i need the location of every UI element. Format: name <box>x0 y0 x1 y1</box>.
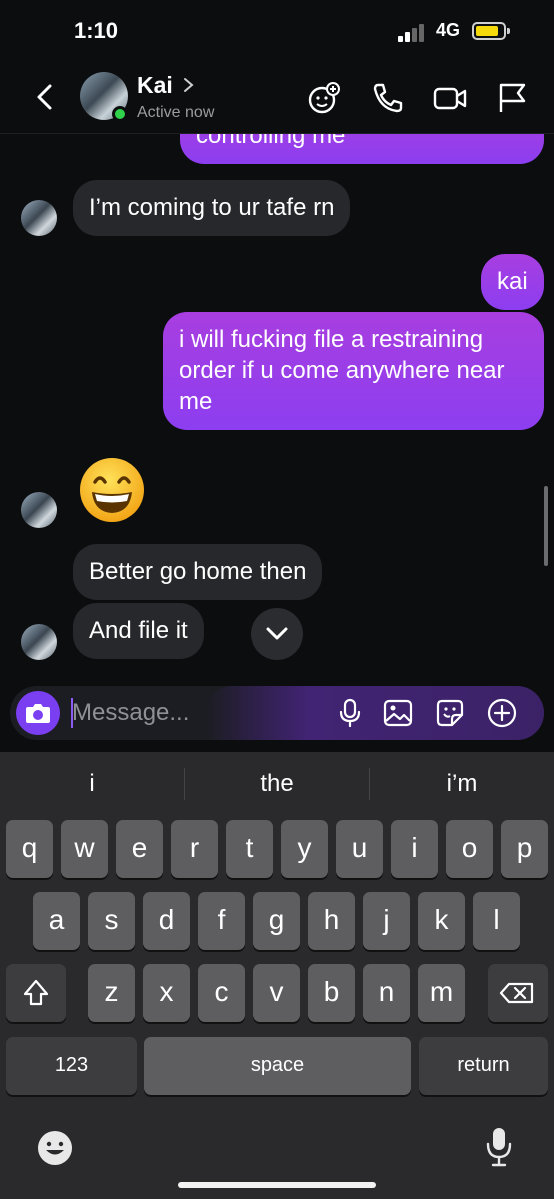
sender-avatar[interactable] <box>21 624 57 660</box>
shift-icon <box>23 979 49 1006</box>
key-r[interactable]: r <box>171 820 218 878</box>
message-list[interactable]: controlling me I’m coming to ur tafe rn … <box>0 134 554 684</box>
key-a[interactable]: a <box>33 892 80 950</box>
key-h[interactable]: h <box>308 892 355 950</box>
key-d[interactable]: d <box>143 892 190 950</box>
message-outgoing[interactable]: kai <box>481 254 544 310</box>
flag-icon[interactable] <box>494 80 530 116</box>
key-c[interactable]: c <box>198 964 245 1022</box>
plus-icon[interactable] <box>486 697 518 729</box>
message-composer <box>10 686 544 740</box>
delete-icon <box>499 982 534 1004</box>
emoji-icon[interactable] <box>78 456 146 524</box>
status-bar: 1:10 4G <box>0 0 554 62</box>
online-indicator <box>112 106 128 122</box>
scrollbar[interactable] <box>544 486 548 566</box>
network-type: 4G <box>436 20 461 40</box>
key-o[interactable]: o <box>446 820 493 878</box>
home-indicator[interactable] <box>178 1182 376 1188</box>
return-key[interactable]: return <box>419 1037 548 1095</box>
message-incoming[interactable]: And file it <box>73 603 204 659</box>
suggestion-3[interactable]: i’m <box>370 752 554 816</box>
back-icon[interactable] <box>30 80 64 114</box>
sender-avatar[interactable] <box>21 200 57 236</box>
shift-key[interactable] <box>6 964 66 1022</box>
key-m[interactable]: m <box>418 964 465 1022</box>
key-u[interactable]: u <box>336 820 383 878</box>
key-x[interactable]: x <box>143 964 190 1022</box>
key-w[interactable]: w <box>61 820 108 878</box>
key-l[interactable]: l <box>473 892 520 950</box>
chat-header: Kai Active now <box>0 62 554 134</box>
chevron-down-icon <box>266 627 288 640</box>
key-b[interactable]: b <box>308 964 355 1022</box>
keyboard-emoji-icon[interactable] <box>36 1129 74 1167</box>
contact-status: Active now <box>137 104 215 121</box>
delete-key[interactable] <box>488 964 548 1022</box>
key-k[interactable]: k <box>418 892 465 950</box>
effects-icon[interactable] <box>306 80 342 116</box>
key-g[interactable]: g <box>253 892 300 950</box>
sticker-icon[interactable] <box>434 697 466 729</box>
keyboard: i the i’m q w e r t y u i o p a s d f g … <box>0 752 554 1199</box>
key-e[interactable]: e <box>116 820 163 878</box>
message-outgoing[interactable]: i will fucking file a restraining order … <box>163 312 544 430</box>
phone-icon[interactable] <box>370 80 406 116</box>
message-input[interactable] <box>72 696 322 730</box>
key-f[interactable]: f <box>198 892 245 950</box>
dictation-icon[interactable] <box>484 1126 514 1168</box>
key-j[interactable]: j <box>363 892 410 950</box>
suggestion-1[interactable]: i <box>0 752 184 816</box>
key-n[interactable]: n <box>363 964 410 1022</box>
message-incoming[interactable]: I’m coming to ur tafe rn <box>73 180 351 236</box>
key-t[interactable]: t <box>226 820 273 878</box>
numbers-key[interactable]: 123 <box>6 1037 137 1095</box>
battery-icon <box>472 22 510 40</box>
gallery-icon[interactable] <box>382 697 414 729</box>
scroll-down-button[interactable] <box>251 608 303 660</box>
key-i[interactable]: i <box>391 820 438 878</box>
camera-icon <box>26 704 50 723</box>
space-key[interactable]: space <box>144 1037 411 1095</box>
camera-button[interactable] <box>16 691 60 735</box>
status-time: 1:10 <box>74 18 119 43</box>
video-icon[interactable] <box>432 80 468 116</box>
key-y[interactable]: y <box>281 820 328 878</box>
key-z[interactable]: z <box>88 964 135 1022</box>
key-v[interactable]: v <box>253 964 300 1022</box>
key-s[interactable]: s <box>88 892 135 950</box>
contact-name[interactable]: Kai <box>137 72 173 99</box>
suggestion-2[interactable]: the <box>185 752 369 816</box>
message-incoming[interactable]: Better go home then <box>73 544 323 600</box>
mic-icon[interactable] <box>334 697 366 729</box>
key-p[interactable]: p <box>501 820 548 878</box>
sender-avatar[interactable] <box>21 492 57 528</box>
chevron-right-icon[interactable] <box>182 76 196 94</box>
message-outgoing[interactable]: controlling me <box>180 134 544 164</box>
key-q[interactable]: q <box>6 820 53 878</box>
signal-icon <box>398 22 428 42</box>
